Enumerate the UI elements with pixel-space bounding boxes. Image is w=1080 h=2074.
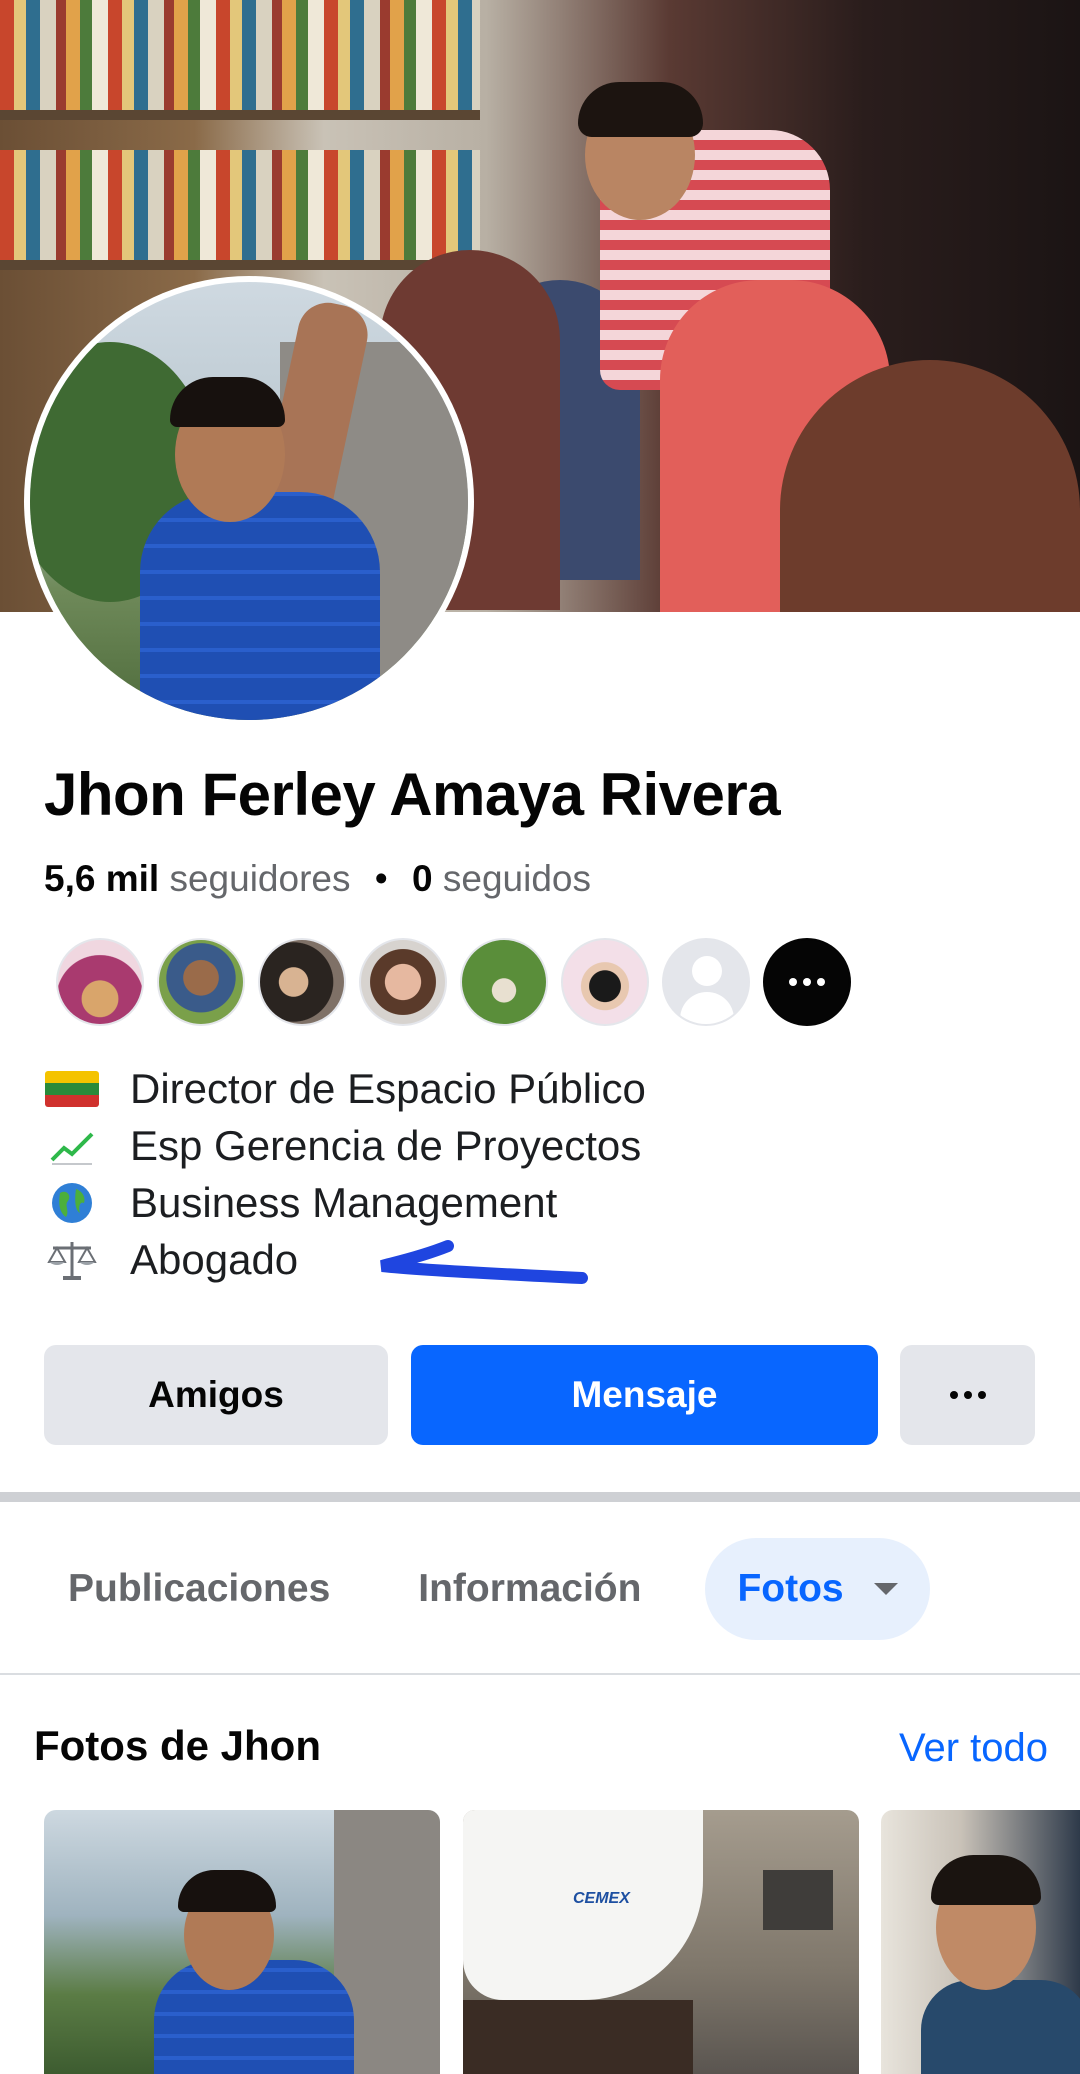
tab-about[interactable]: Información	[394, 1538, 665, 1640]
cover-person	[578, 82, 703, 137]
shirt	[921, 1980, 1080, 2074]
following-label[interactable]: seguidos	[443, 858, 591, 899]
face	[463, 2000, 693, 2074]
friend-avatar[interactable]	[460, 938, 548, 1026]
tab-posts[interactable]: Publicaciones	[44, 1538, 354, 1640]
default-user-icon	[692, 956, 722, 986]
vest	[140, 492, 380, 720]
profile-tabs: Publicaciones Información Fotos	[44, 1538, 970, 1640]
globe-icon	[44, 1181, 100, 1225]
bio-text: Abogado	[130, 1235, 299, 1283]
bio-text: Business Management	[130, 1178, 558, 1226]
shelf	[0, 260, 480, 270]
friend-avatar[interactable]	[359, 938, 447, 1026]
following-count[interactable]: 0	[412, 858, 433, 899]
friend-avatar[interactable]	[56, 938, 144, 1026]
bio-line: Business Management	[44, 1174, 646, 1231]
bio-line: Esp Gerencia de Proyectos	[44, 1117, 646, 1174]
annotation-scribble	[380, 1240, 588, 1284]
followers-label[interactable]: seguidores	[169, 858, 350, 899]
friend-avatar[interactable]	[258, 938, 346, 1026]
cover-bookshelf	[0, 0, 480, 110]
tab-photos[interactable]: Fotos	[705, 1538, 930, 1640]
hair	[178, 1870, 276, 1912]
bio-text: Director de Espacio Público	[130, 1064, 646, 1112]
hair	[170, 377, 285, 427]
photo-thumbnail[interactable]: CEMEX	[463, 1810, 859, 2074]
photo-thumbnail[interactable]	[881, 1810, 1080, 2074]
friend-avatar[interactable]	[157, 938, 245, 1026]
flag-icon	[44, 1067, 100, 1111]
photo-thumbnail[interactable]	[44, 1810, 440, 2074]
bio-text: Esp Gerencia de Proyectos	[130, 1121, 642, 1169]
friends-preview	[56, 938, 864, 1028]
ellipsis-icon	[789, 978, 825, 986]
stats-separator: •	[374, 858, 388, 899]
caret-down-icon	[873, 1583, 898, 1595]
tabs-divider	[0, 1673, 1080, 1675]
cover-bookshelf	[0, 150, 480, 260]
section-divider	[0, 1492, 1080, 1502]
hair	[931, 1855, 1041, 1905]
friends-button[interactable]: Amigos	[44, 1345, 388, 1445]
follow-stats: 5,6 mil seguidores • 0 seguidos	[44, 858, 591, 900]
shelf	[0, 110, 480, 120]
tab-photos-label: Fotos	[737, 1567, 844, 1610]
photos-section-title: Fotos de Jhon	[34, 1722, 321, 1769]
more-friends-button[interactable]	[763, 938, 851, 1026]
friend-avatar-placeholder[interactable]	[662, 938, 750, 1026]
window	[763, 1870, 833, 1930]
profile-picture[interactable]	[30, 282, 468, 720]
body	[680, 992, 734, 1024]
profile-name: Jhon Ferley Amaya Rivera	[44, 761, 781, 828]
bio-line: Director de Espacio Público	[44, 1060, 646, 1117]
friend-avatar[interactable]	[561, 938, 649, 1026]
helmet-logo: CEMEX	[573, 1890, 630, 1907]
more-options-button[interactable]	[900, 1345, 1035, 1445]
helmet: CEMEX	[463, 1810, 703, 2000]
ellipsis-icon	[949, 1391, 986, 1399]
followers-count[interactable]: 5,6 mil	[44, 858, 159, 899]
chart-increasing-icon	[44, 1124, 100, 1168]
see-all-link[interactable]: Ver todo	[899, 1726, 1048, 1771]
message-button[interactable]: Mensaje	[411, 1345, 878, 1445]
scales-icon	[44, 1238, 100, 1282]
